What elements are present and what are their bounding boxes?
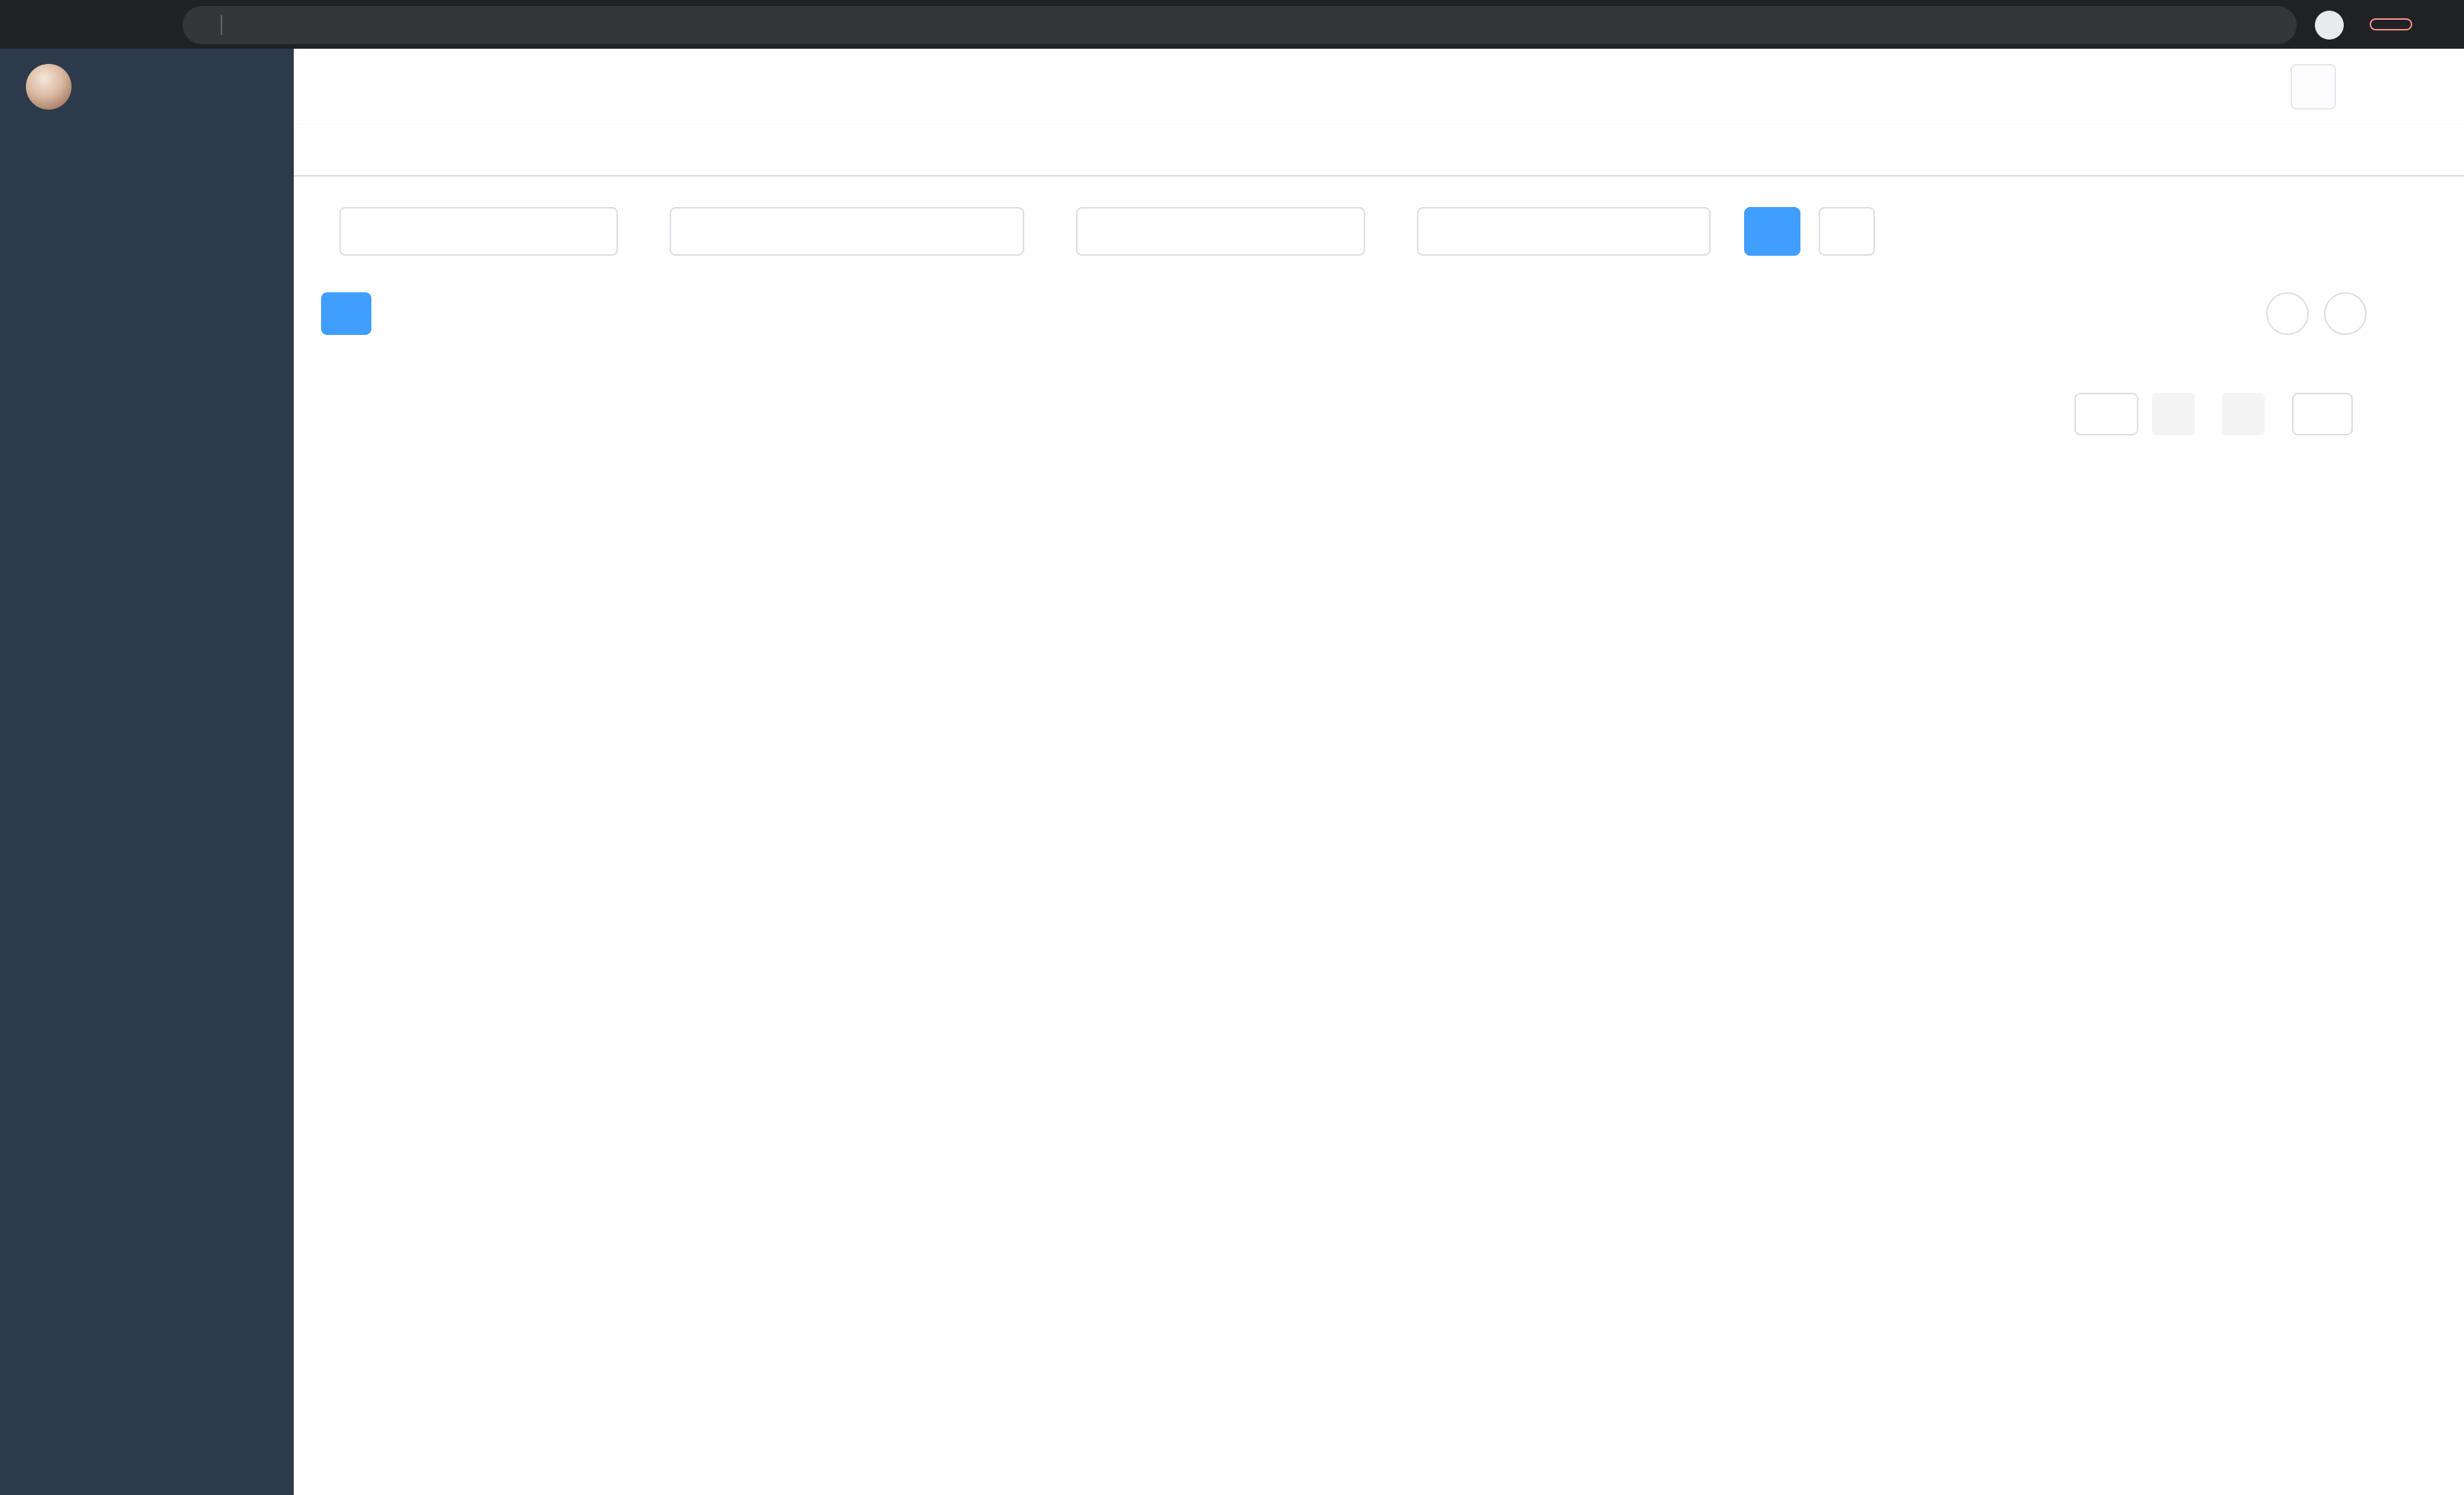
page-size-select[interactable] — [2074, 393, 2138, 435]
navbar-actions — [2176, 64, 2350, 110]
home-button[interactable] — [131, 5, 170, 44]
page-content — [294, 177, 2464, 1495]
toolbar-right — [2266, 292, 2367, 335]
sidebar-filler — [0, 125, 294, 1495]
forward-button[interactable] — [52, 5, 91, 44]
table-toolbar — [321, 292, 2367, 335]
browser-menu-icon[interactable] — [2412, 5, 2452, 44]
toggle-search-button[interactable] — [2266, 292, 2309, 335]
reset-button[interactable] — [1819, 207, 1875, 256]
next-page-button[interactable] — [2222, 393, 2265, 435]
result-select[interactable] — [1076, 207, 1365, 256]
app-shell — [0, 49, 2464, 1495]
sidebar — [0, 49, 294, 1495]
tags-view — [294, 125, 2464, 177]
user-avatar[interactable] — [2291, 64, 2336, 110]
incognito-icon — [2315, 10, 2344, 39]
address-divider — [221, 14, 222, 34]
refresh-table-button[interactable] — [2324, 292, 2367, 335]
browser-toolbar — [0, 0, 2464, 49]
browser-window — [0, 0, 2464, 1495]
leave-type-select[interactable] — [339, 207, 618, 256]
pagination — [321, 393, 2367, 435]
filter-form — [321, 207, 2367, 256]
logo[interactable] — [0, 49, 294, 125]
reload-button[interactable] — [91, 5, 131, 44]
goto-page-input[interactable] — [2292, 393, 2353, 435]
incognito-badge — [2315, 10, 2354, 39]
navbar — [294, 49, 2464, 125]
search-button[interactable] — [1744, 207, 1800, 256]
reason-input[interactable] — [1417, 207, 1711, 256]
update-button[interactable] — [2370, 18, 2412, 30]
apply-time-range-picker[interactable] — [670, 207, 1024, 256]
address-bar[interactable] — [183, 5, 2297, 43]
prev-page-button[interactable] — [2152, 393, 2195, 435]
create-leave-button[interactable] — [321, 292, 371, 335]
back-button[interactable] — [12, 5, 52, 44]
main-area — [294, 49, 2464, 1495]
logo-avatar — [26, 64, 72, 110]
